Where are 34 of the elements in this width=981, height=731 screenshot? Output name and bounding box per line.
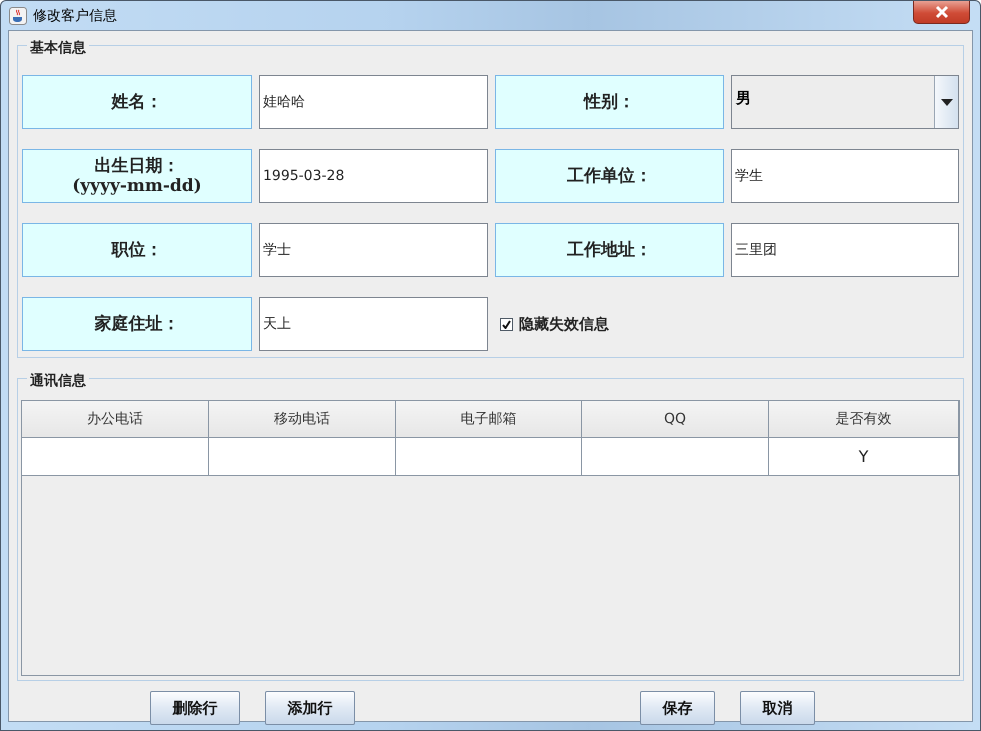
field-label: 家庭住址： — [94, 314, 180, 334]
field-label: 性别： — [584, 92, 635, 112]
group-title: 基本信息 — [27, 40, 89, 56]
column-header[interactable]: QQ — [582, 401, 769, 438]
action-button[interactable]: 删除行 — [150, 691, 240, 725]
caret-icon — [940, 98, 952, 106]
column-header[interactable]: 是否有效 — [769, 401, 959, 438]
group-title: 通讯信息 — [27, 373, 89, 389]
field-label: 职位： — [112, 240, 162, 260]
input-field[interactable]: 三里团 — [731, 223, 959, 277]
close-button[interactable] — [913, 1, 970, 24]
input-field[interactable]: 天上 — [259, 297, 488, 351]
field-label: 工作单位： — [567, 166, 652, 186]
table-cell: Y — [769, 438, 959, 476]
column-header[interactable]: 办公电话 — [22, 401, 209, 438]
field-label: 工作地址： — [567, 240, 652, 260]
input-field[interactable]: 学士 — [259, 223, 488, 277]
field-label: 出生日期： — [94, 156, 180, 176]
gender-dropdown[interactable]: 男 — [731, 75, 959, 129]
input-field[interactable]: 学生 — [731, 149, 959, 203]
checkbox-label: 隐藏失效信息 — [519, 314, 609, 334]
action-button[interactable]: 保存 — [640, 691, 715, 725]
input-field[interactable]: 1995-03-28 — [259, 149, 488, 203]
field-label: 姓名： — [112, 92, 162, 112]
format-hint: (yyyy-mm-dd) — [72, 176, 202, 196]
coffee-cup-icon — [9, 6, 27, 24]
close-icon — [934, 5, 950, 19]
input-field[interactable]: 娃哈哈 — [259, 75, 488, 129]
action-button[interactable]: 取消 — [740, 691, 815, 725]
column-header[interactable]: 电子邮箱 — [396, 401, 582, 438]
column-header[interactable]: 移动电话 — [209, 401, 396, 438]
action-button[interactable]: 添加行 — [265, 691, 355, 725]
checkbox[interactable] — [500, 318, 513, 330]
window-title: 修改客户信息 — [33, 6, 117, 24]
